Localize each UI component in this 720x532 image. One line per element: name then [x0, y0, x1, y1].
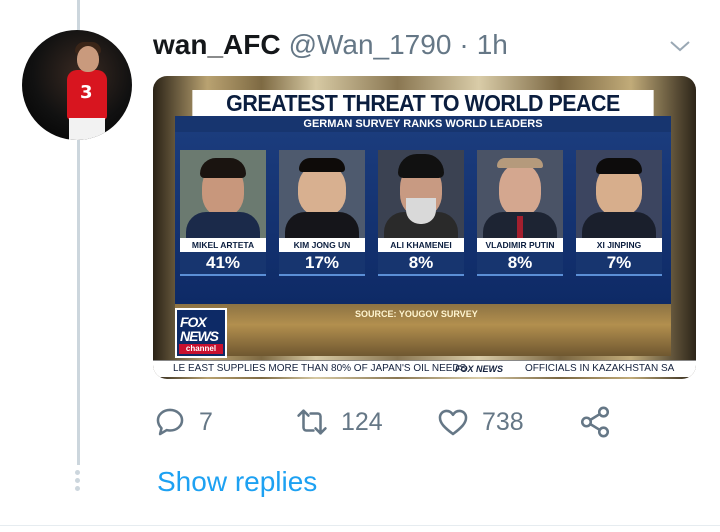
retweet-count: 124	[341, 407, 383, 436]
leader-photo	[576, 150, 662, 238]
leader-photo	[378, 150, 464, 238]
leader-percent: 41%	[180, 252, 266, 276]
like-button[interactable]: 738	[436, 402, 524, 442]
tweet-media-image[interactable]: GREATEST THREAT TO WORLD PEACE GERMAN SU…	[153, 76, 696, 379]
leader-percent: 17%	[279, 252, 365, 276]
graphic-headline: GREATEST THREAT TO WORLD PEACE	[192, 90, 654, 116]
show-replies-link[interactable]: Show replies	[157, 466, 317, 498]
reply-button[interactable]: 7	[153, 402, 213, 442]
leader-name: KIM JONG UN	[279, 238, 365, 252]
thread-dots	[75, 470, 81, 494]
leader-percent: 8%	[378, 252, 464, 276]
avatar-shorts	[69, 118, 105, 140]
fox-news-logo: FOX NEWS channel	[175, 308, 227, 358]
user-handle[interactable]: @Wan_1790	[289, 29, 452, 61]
share-button[interactable]	[578, 402, 624, 442]
news-ticker: LE EAST SUPPLIES MORE THAN 80% OF JAPAN'…	[153, 360, 696, 377]
reply-count: 7	[199, 407, 213, 436]
leader-name: VLADIMIR PUTIN	[477, 238, 563, 252]
avatar[interactable]: 3	[22, 30, 132, 140]
leader-name: ALI KHAMENEI	[378, 238, 464, 252]
ticker-text-right: OFFICIALS IN KAZAKHSTAN SA	[525, 363, 675, 374]
source-text: SOURCE: YOUGOV SURVEY	[355, 309, 478, 319]
leader-card: KIM JONG UN 17%	[279, 150, 365, 276]
display-name[interactable]: wan_AFC	[153, 29, 281, 61]
avatar-shirt-number: 3	[80, 82, 93, 103]
logo-line-news: NEWS	[180, 328, 219, 344]
divider	[0, 525, 720, 526]
leaders-panel: MIKEL ARTETA 41% KIM JONG UN 17% ALI KHA…	[175, 132, 671, 304]
leader-percent: 8%	[477, 252, 563, 276]
logo-line-channel: channel	[179, 344, 223, 354]
ticker-logo: FOX NEWS	[455, 364, 504, 374]
leader-photo	[279, 150, 365, 238]
reply-icon	[156, 408, 184, 436]
retweet-icon	[297, 409, 327, 435]
source-bar: SOURCE: YOUGOV SURVEY	[175, 304, 671, 356]
chevron-down-icon[interactable]	[668, 34, 692, 58]
leader-name: XI JINPING	[576, 238, 662, 252]
graphic-subheadline: GERMAN SURVEY RANKS WORLD LEADERS	[175, 116, 671, 132]
leader-percent: 7%	[576, 252, 662, 276]
share-icon	[580, 406, 610, 438]
avatar-head	[77, 46, 99, 72]
tweet-actions: 7 124 738	[153, 402, 633, 442]
leader-card: XI JINPING 7%	[576, 150, 662, 276]
heart-icon	[438, 409, 468, 436]
leader-photo	[477, 150, 563, 238]
leader-card: VLADIMIR PUTIN 8%	[477, 150, 563, 276]
retweet-button[interactable]: 124	[295, 402, 383, 442]
like-count: 738	[482, 407, 524, 436]
time-separator: ·	[459, 29, 469, 60]
leader-card: ALI KHAMENEI 8%	[378, 150, 464, 276]
leader-photo	[180, 150, 266, 238]
tweet-header: wan_AFC @Wan_1790 · 1h	[153, 28, 508, 62]
leader-card: MIKEL ARTETA 41%	[180, 150, 266, 276]
leader-name: MIKEL ARTETA	[180, 238, 266, 252]
ticker-text-left: LE EAST SUPPLIES MORE THAN 80% OF JAPAN'…	[173, 363, 467, 374]
tweet-time[interactable]: 1h	[477, 29, 508, 61]
